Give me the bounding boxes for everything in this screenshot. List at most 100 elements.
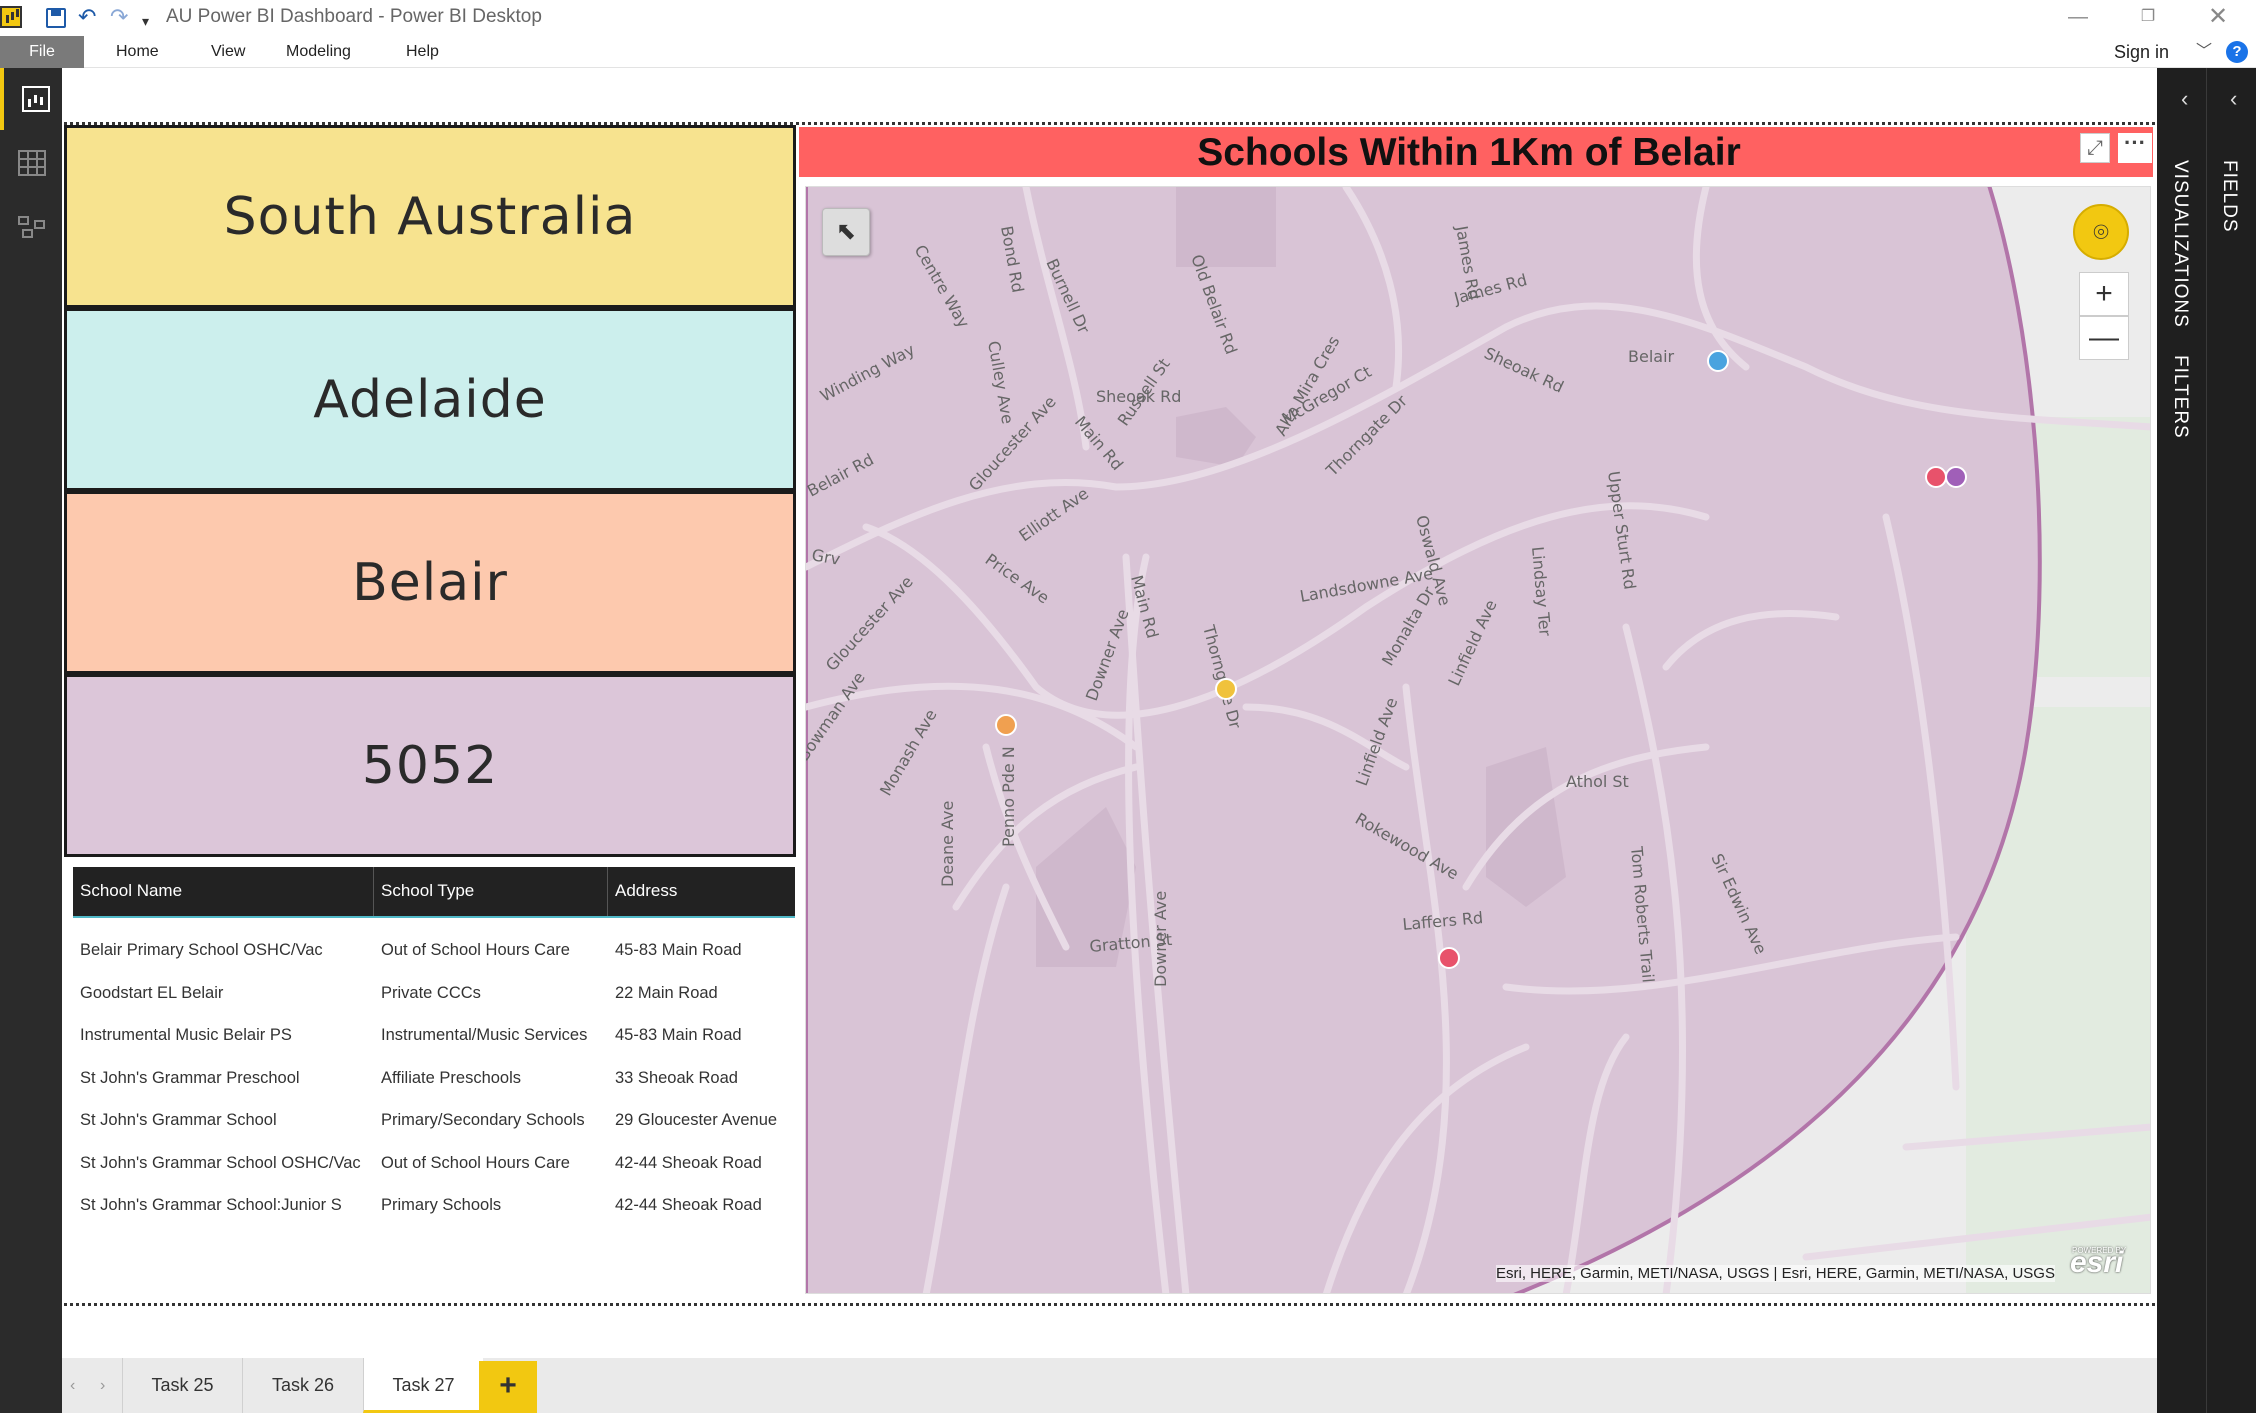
page-boundary-bottom <box>64 1303 2155 1306</box>
cell-address: 45-83 Main Road <box>615 941 742 959</box>
map-canvas[interactable]: Centre Way Bond Rd Burnell Dr Old Belair Rd… <box>806 187 2151 1294</box>
school-marker[interactable] <box>1945 466 1967 488</box>
state-card[interactable]: South Australia <box>64 125 796 308</box>
tab-task-25[interactable]: Task 25 <box>122 1358 242 1413</box>
cell-school-name: Instrumental Music Belair PS <box>80 1026 292 1044</box>
cell-school-name: St John's Grammar School OSHC/Vac <box>80 1153 361 1172</box>
menu-modeling[interactable]: Modeling <box>286 36 351 68</box>
chevron-down-icon[interactable]: ﹀ <box>2196 36 2212 68</box>
powerbi-logo-icon <box>0 6 22 28</box>
table-row[interactable]: Instrumental Music Belair PS Instrumenta… <box>73 1014 795 1057</box>
school-marker[interactable] <box>1925 466 1947 488</box>
cell-school-type: Instrumental/Music Services <box>381 1026 588 1044</box>
cell-address: 33 Sheoak Road <box>615 1068 738 1087</box>
data-view-button[interactable] <box>0 132 62 194</box>
visualizations-pane-tab[interactable]: VISUALIZATIONS <box>2169 160 2191 328</box>
cell-school-name: St John's Grammar School <box>80 1111 277 1129</box>
redo-icon[interactable]: ↷ <box>110 4 128 30</box>
school-marker[interactable] <box>995 714 1017 736</box>
menu-view[interactable]: View <box>211 36 245 68</box>
cell-address: 45-83 Main Road <box>615 1026 742 1044</box>
street-label: Deane Ave <box>938 801 957 887</box>
page-tabs: ‹ › Task 25 Task 26 Task 27 + <box>62 1358 2157 1413</box>
street-label: Athol St <box>1566 772 1629 791</box>
help-icon[interactable]: ? <box>2226 41 2248 63</box>
expand-visualizations-icon[interactable]: ‹ <box>2181 86 2188 112</box>
zoom-out-button[interactable]: — <box>2079 316 2129 360</box>
city-card[interactable]: Adelaide <box>64 308 796 491</box>
cell-school-type: Affiliate Preschools <box>381 1068 522 1087</box>
school-marker[interactable] <box>1438 947 1460 969</box>
school-marker[interactable] <box>1707 350 1729 372</box>
state-value: South Australia <box>223 186 637 247</box>
suburb-value: Belair <box>352 552 508 613</box>
tab-task-27[interactable]: Task 27 <box>363 1358 483 1413</box>
fields-pane-tab[interactable]: FIELDS <box>2218 160 2240 233</box>
table-row[interactable]: Belair Primary School OSHC/Vac Out of Sc… <box>73 929 795 972</box>
cell-school-type: Primary/Secondary Schools <box>381 1111 585 1129</box>
esri-logo: esri <box>2070 1246 2124 1279</box>
city-value: Adelaide <box>313 369 547 430</box>
window-title: AU Power BI Dashboard - Power BI Desktop <box>166 6 542 27</box>
postcode-card[interactable]: 5052 <box>64 674 796 857</box>
cell-school-type: Primary Schools <box>381 1196 502 1214</box>
tab-task-26[interactable]: Task 26 <box>242 1358 363 1413</box>
relationships-icon <box>18 216 46 238</box>
close-icon[interactable]: ✕ <box>2184 0 2252 36</box>
table-row[interactable]: St John's Grammar School OSHC/Vac Out of… <box>73 1142 795 1185</box>
table-body: Belair Primary School OSHC/Vac Out of Sc… <box>73 929 795 1227</box>
minimize-icon[interactable]: — <box>2044 0 2112 36</box>
street-label: Downer Ave <box>1151 891 1170 987</box>
cell-address: 42-44 Sheoak Road <box>615 1196 762 1214</box>
school-marker[interactable] <box>1215 678 1237 700</box>
postcode-value: 5052 <box>361 735 499 796</box>
cell-address: 29 Gloucester Avenue <box>615 1111 778 1129</box>
table-row[interactable]: St John's Grammar School Primary/Seconda… <box>73 1099 795 1142</box>
selection-cursor-icon[interactable]: ⬉ <box>822 208 870 256</box>
model-view-button[interactable] <box>0 196 62 258</box>
table-header: School Name School Type Address <box>73 867 795 918</box>
customize-toolbar-icon[interactable]: ▾ <box>142 8 149 34</box>
expand-fields-icon[interactable]: ‹ <box>2230 86 2237 112</box>
report-view-button[interactable] <box>0 68 62 130</box>
map-attribution: Esri, HERE, Garmin, METI/NASA, USGS | Es… <box>1496 1265 2055 1282</box>
map-title: Schools Within 1Km of Belair <box>1197 131 1741 174</box>
column-header-school-name[interactable]: School Name <box>73 867 374 916</box>
menu-bar: File Home View Modeling Help Sign in ﹀ ? <box>0 36 2256 68</box>
column-header-address[interactable]: Address <box>608 867 795 916</box>
table-row[interactable]: Goodstart EL Belair Private CCCs 22 Main… <box>73 972 795 1015</box>
add-page-button[interactable]: + <box>479 1361 537 1413</box>
undo-icon[interactable]: ↶ <box>78 4 96 30</box>
view-switcher-rail <box>0 68 62 1413</box>
street-label: Penno Pde N <box>999 746 1018 847</box>
table-row[interactable]: St John's Grammar Preschool Affiliate Pr… <box>73 1057 795 1100</box>
file-menu[interactable]: File <box>0 36 84 68</box>
suburb-card[interactable]: Belair <box>64 491 796 674</box>
table-icon <box>18 150 46 176</box>
column-header-school-type[interactable]: School Type <box>374 867 608 916</box>
cell-school-name: St John's Grammar Preschool <box>80 1068 300 1087</box>
cell-school-name: Belair Primary School OSHC/Vac <box>80 941 323 959</box>
focus-mode-icon[interactable]: ⤢ <box>2080 133 2110 163</box>
map-area[interactable]: Centre Way Bond Rd Burnell Dr Old Belair Rd… <box>805 186 2151 1294</box>
save-icon[interactable] <box>46 8 66 28</box>
tab-scroll-left-icon[interactable]: ‹ <box>70 1358 75 1413</box>
more-options-icon[interactable]: ··· <box>2118 132 2152 163</box>
zoom-in-button[interactable]: + <box>2079 272 2129 316</box>
report-icon <box>22 86 50 112</box>
restore-icon[interactable]: ❐ <box>2114 0 2182 36</box>
schools-table[interactable]: School Name School Type Address Belair P… <box>73 867 795 1227</box>
filters-pane-tab[interactable]: FILTERS <box>2169 355 2191 439</box>
map-title-bar: Schools Within 1Km of Belair <box>799 127 2153 177</box>
menu-help[interactable]: Help <box>406 36 439 68</box>
locate-me-icon[interactable]: ⌾ <box>2073 204 2129 260</box>
table-row[interactable]: St John's Grammar School:Junior S Primar… <box>73 1184 795 1227</box>
street-label: Belair <box>1628 347 1675 366</box>
sign-in-link[interactable]: Sign in <box>2114 36 2169 68</box>
cell-school-type: Private CCCs <box>381 983 481 1002</box>
cell-address: 22 Main Road <box>615 983 718 1002</box>
menu-home[interactable]: Home <box>116 36 159 68</box>
title-bar: ↶ ↷ ▾ AU Power BI Dashboard - Power BI D… <box>0 0 2256 36</box>
cell-school-type: Out of School Hours Care <box>381 1153 570 1172</box>
tab-scroll-right-icon[interactable]: › <box>100 1358 105 1413</box>
